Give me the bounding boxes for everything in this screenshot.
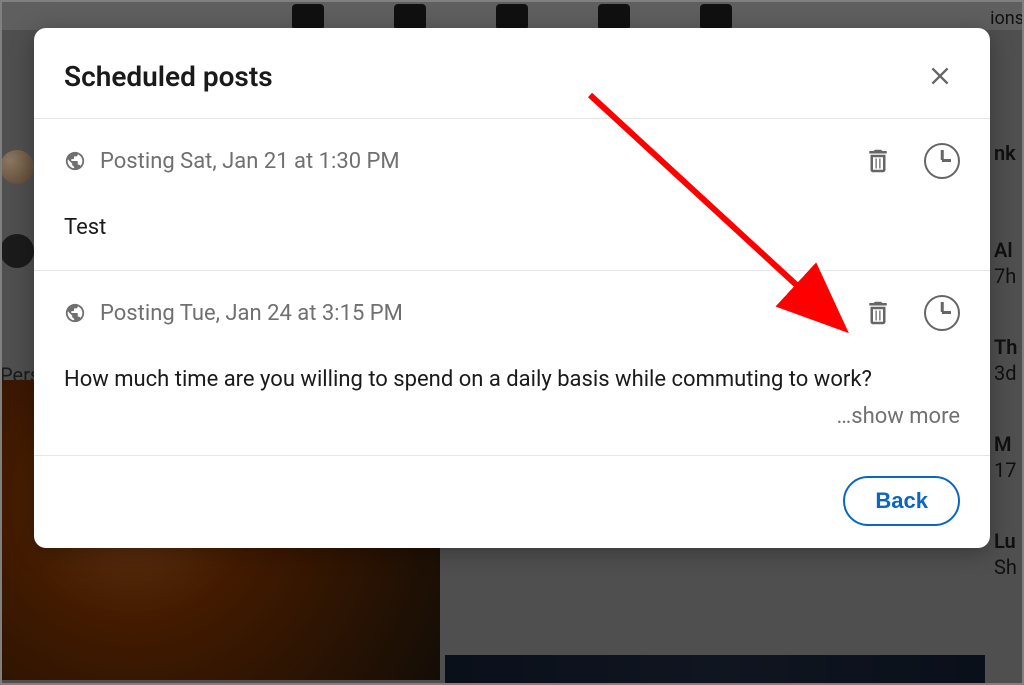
scheduled-post-item: Posting Tue, Jan 24 at 3:15 PM How much … bbox=[34, 271, 990, 456]
trash-icon bbox=[863, 298, 893, 328]
modal-overlay: Scheduled posts Posting Sat, Jan 21 at 1… bbox=[0, 0, 1024, 685]
post-content: How much time are you willing to spend o… bbox=[64, 363, 960, 396]
modal-header: Scheduled posts bbox=[34, 28, 990, 119]
show-more-link[interactable]: …show more bbox=[64, 404, 960, 429]
post-content: Test bbox=[64, 211, 960, 244]
post-actions bbox=[860, 143, 960, 179]
post-schedule-text: Posting Sat, Jan 21 at 1:30 PM bbox=[100, 149, 400, 174]
scheduled-posts-modal: Scheduled posts Posting Sat, Jan 21 at 1… bbox=[34, 28, 990, 548]
scheduled-post-item: Posting Sat, Jan 21 at 1:30 PM Test bbox=[34, 119, 990, 271]
post-schedule-meta: Posting Sat, Jan 21 at 1:30 PM bbox=[64, 149, 400, 174]
close-button[interactable] bbox=[920, 56, 960, 96]
post-schedule-meta: Posting Tue, Jan 24 at 3:15 PM bbox=[64, 301, 403, 326]
post-schedule-text: Posting Tue, Jan 24 at 3:15 PM bbox=[100, 301, 403, 326]
close-icon bbox=[927, 63, 953, 89]
globe-icon bbox=[64, 302, 86, 324]
post-item-header: Posting Sat, Jan 21 at 1:30 PM bbox=[64, 143, 960, 179]
post-item-header: Posting Tue, Jan 24 at 3:15 PM bbox=[64, 295, 960, 331]
delete-button[interactable] bbox=[860, 143, 896, 179]
trash-icon bbox=[863, 146, 893, 176]
post-actions bbox=[860, 295, 960, 331]
back-button[interactable]: Back bbox=[843, 476, 960, 526]
modal-footer: Back bbox=[34, 456, 990, 548]
reschedule-button[interactable] bbox=[924, 295, 960, 331]
modal-title: Scheduled posts bbox=[64, 60, 273, 93]
delete-button[interactable] bbox=[860, 295, 896, 331]
reschedule-button[interactable] bbox=[924, 143, 960, 179]
globe-icon bbox=[64, 150, 86, 172]
